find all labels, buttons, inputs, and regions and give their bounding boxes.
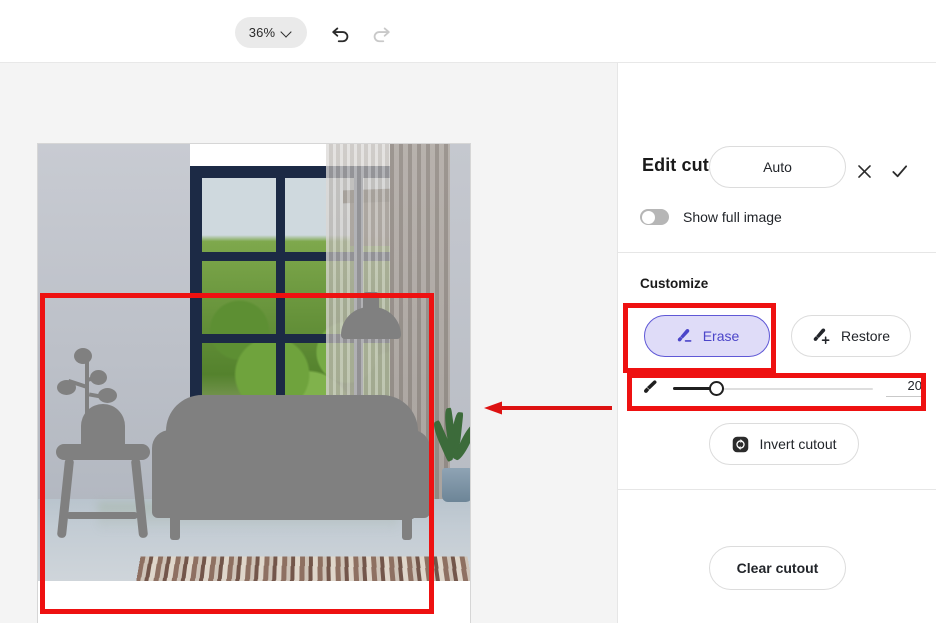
undo-button[interactable]	[327, 19, 355, 47]
invert-cutout-label: Invert cutout	[759, 436, 837, 452]
auto-button[interactable]: Auto	[709, 146, 846, 188]
top-toolbar: 36%	[0, 0, 936, 63]
panel-divider-bottom	[618, 489, 936, 490]
invert-swap-icon	[733, 436, 749, 452]
erase-button-highlight-annotation	[623, 303, 776, 373]
clear-cutout-label: Clear cutout	[736, 560, 819, 576]
customize-section-label: Customize	[640, 276, 709, 291]
arrow-left-icon	[484, 401, 612, 415]
chevron-down-icon	[282, 27, 293, 38]
panel-divider-top	[618, 252, 936, 253]
restore-tool-button[interactable]: Restore	[791, 315, 911, 357]
zoom-level-select[interactable]: 36%	[235, 17, 307, 48]
photo-potted-plant	[430, 406, 470, 502]
close-x-icon	[857, 164, 871, 178]
redo-arrow-icon	[373, 27, 390, 43]
brush-slider-highlight-annotation	[627, 373, 926, 411]
app-root: 36% Edit cutout Auto Show full image Cus…	[0, 0, 936, 623]
zoom-level-value: 36%	[248, 25, 276, 40]
pointer-arrow-annotation	[482, 401, 612, 415]
edit-cutout-panel: Edit cutout Auto Show full image Customi…	[617, 63, 936, 623]
show-full-image-toggle[interactable]	[640, 209, 669, 225]
brush-plus-icon	[813, 328, 830, 345]
undo-arrow-icon	[332, 27, 349, 43]
toggle-knob	[641, 210, 655, 224]
clear-cutout-button[interactable]: Clear cutout	[709, 546, 846, 590]
redo-button	[367, 19, 395, 47]
auto-button-label: Auto	[763, 159, 792, 175]
confirm-button[interactable]	[886, 158, 912, 184]
editor-canvas[interactable]	[0, 63, 617, 623]
restore-tool-label: Restore	[840, 328, 891, 344]
image-selection-rectangle-annotation	[40, 293, 434, 614]
close-button[interactable]	[851, 158, 877, 184]
show-full-image-label: Show full image	[683, 209, 782, 225]
invert-cutout-button[interactable]: Invert cutout	[709, 423, 859, 465]
show-full-image-row[interactable]: Show full image	[640, 209, 782, 225]
checkmark-icon	[891, 164, 907, 177]
